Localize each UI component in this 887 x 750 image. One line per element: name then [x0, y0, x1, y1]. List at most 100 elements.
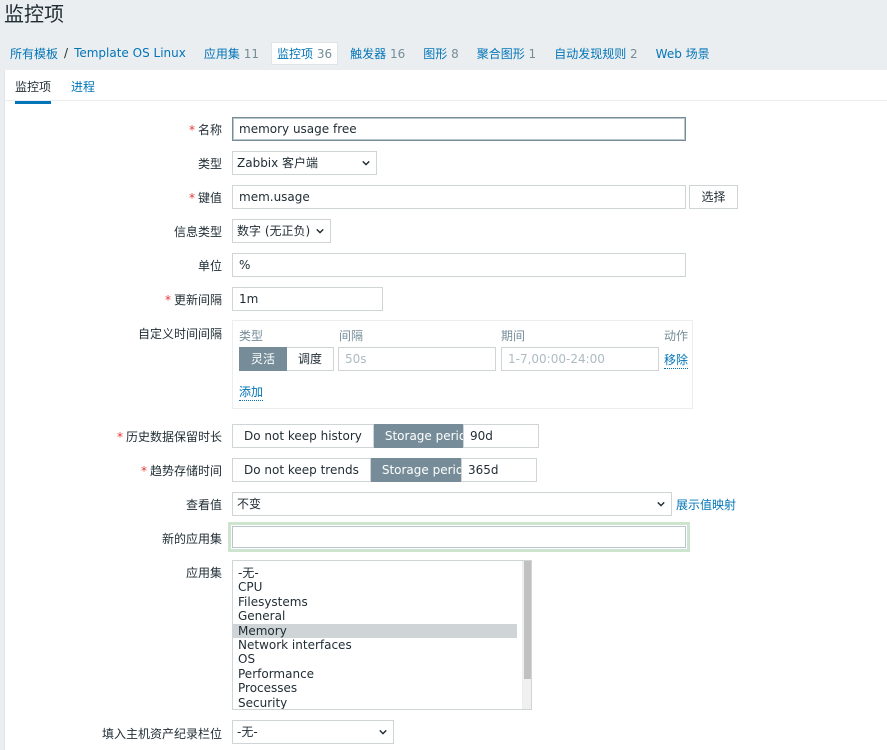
breadcrumb-graphs-label: 图形 [423, 46, 448, 61]
key-select-button[interactable]: 选择 [689, 185, 738, 209]
required-mark: * [116, 430, 123, 444]
units-label: 单位 [197, 259, 222, 273]
custom-interval-flexible-option[interactable]: 灵活 [239, 347, 288, 371]
required-mark: * [164, 293, 171, 307]
history-label-text: 历史数据保留时长 [125, 430, 222, 444]
info-type-select[interactable]: 数字 (无正负) [232, 219, 331, 243]
application-option[interactable]: General [233, 609, 517, 623]
history-period-input[interactable]: 90d [463, 424, 539, 448]
breadcrumb-separator: / [64, 46, 69, 60]
value-map-select[interactable]: 不变 [232, 492, 672, 516]
required-mark: * [188, 123, 195, 137]
interval-label-text: 更新间隔 [173, 293, 222, 307]
breadcrumb-applications-label: 应用集 [203, 46, 240, 61]
history-do-not-keep-option[interactable]: Do not keep history [232, 424, 374, 448]
name-input[interactable]: memory usage free [232, 117, 686, 141]
inventory-select[interactable]: -无- [232, 720, 394, 744]
trends-do-not-keep-option[interactable]: Do not keep trends [232, 458, 371, 482]
applications-listbox[interactable]: -无- CPU Filesystems General Memory Netwo… [232, 560, 532, 710]
value-map-label: 查看值 [185, 498, 222, 512]
application-option[interactable]: Performance [233, 667, 517, 681]
application-option[interactable]: Filesystems [233, 595, 517, 609]
application-option[interactable]: Processes [233, 681, 517, 695]
interval-input[interactable]: 1m [232, 287, 383, 311]
custom-intervals-label: 自定义时间间隔 [137, 327, 222, 341]
custom-intervals-header-period: 期间 [501, 329, 526, 343]
breadcrumb-all-templates[interactable]: 所有模板 [10, 45, 58, 62]
trends-label: * 趋势存储时间 [141, 462, 222, 479]
value-map-select-value: 不变 [237, 497, 262, 511]
breadcrumb-screens-count: 1 [528, 46, 537, 61]
custom-interval-type-toggle: 灵活 调度 [239, 347, 335, 371]
applications-label: 应用集 [185, 566, 222, 580]
breadcrumb-items[interactable]: 监控项 36 [270, 41, 339, 65]
key-input[interactable]: mem.usage [232, 185, 686, 209]
required-mark: * [188, 191, 195, 205]
tab-bar: 监控项 进程 [5, 70, 887, 104]
application-option[interactable]: -无- [233, 566, 517, 580]
application-option-selected[interactable]: Memory [233, 623, 517, 638]
key-label: * 键值 [189, 189, 222, 206]
item-form-panel: 监控项 进程 * 名称 memory usage free 类型 Zabbix 客… [4, 70, 887, 750]
breadcrumb-triggers-count: 16 [389, 46, 406, 61]
type-select[interactable]: Zabbix 客户端 [232, 151, 377, 175]
custom-intervals-table: 类型 间隔 期间 动作 灵活 调度 50s 1-7,00:00-24:00 移除… [232, 320, 693, 409]
required-mark: * [140, 464, 147, 478]
new-application-field [228, 522, 690, 552]
custom-interval-remove-link[interactable]: 移除 [664, 351, 689, 369]
type-label: 类型 [197, 157, 222, 171]
page-title: 监控项 [4, 2, 64, 26]
trends-mode-toggle: Do not keep trends Storage period [232, 458, 483, 482]
tab-item[interactable]: 监控项 [15, 78, 52, 104]
custom-interval-input[interactable]: 50s [338, 347, 496, 371]
interval-label: * 更新间隔 [165, 291, 222, 308]
application-option[interactable]: CPU [233, 580, 517, 594]
breadcrumb-graphs-count: 8 [451, 46, 459, 61]
breadcrumb-applications[interactable]: 应用集 11 [204, 45, 259, 62]
name-label: * 名称 [189, 121, 222, 138]
units-input[interactable]: % [232, 253, 686, 277]
breadcrumb-triggers-label: 触发器 [350, 46, 387, 61]
breadcrumb-screens[interactable]: 聚合图形 1 [477, 45, 536, 62]
history-mode-toggle: Do not keep history Storage period [232, 424, 486, 448]
applications-scrollbar[interactable] [522, 561, 531, 709]
custom-intervals-header-interval: 间隔 [339, 329, 364, 343]
breadcrumb-screens-label: 聚合图形 [476, 46, 525, 61]
custom-interval-add-link[interactable]: 添加 [239, 383, 264, 401]
custom-interval-period-input[interactable]: 1-7,00:00-24:00 [501, 347, 659, 371]
info-type-label: 信息类型 [173, 225, 222, 239]
custom-intervals-header-action: 动作 [664, 329, 689, 343]
inventory-label: 填入主机资产纪录栏位 [101, 727, 222, 741]
show-value-mappings-link[interactable]: 展示值映射 [676, 496, 736, 513]
new-application-input[interactable] [232, 526, 686, 548]
tab-process[interactable]: 进程 [71, 78, 95, 95]
chevron-down-icon [316, 228, 324, 234]
info-type-select-value: 数字 (无正负) [237, 224, 311, 238]
application-option[interactable]: OS [233, 652, 517, 666]
breadcrumb-graphs[interactable]: 图形 8 [423, 45, 458, 62]
breadcrumb-discovery-rules[interactable]: 自动发现规则 2 [554, 45, 637, 62]
breadcrumb-applications-count: 11 [243, 46, 259, 61]
name-label-text: 名称 [197, 123, 222, 137]
application-option[interactable]: Network interfaces [233, 638, 517, 652]
breadcrumb-discovery-rules-count: 2 [630, 46, 638, 61]
breadcrumb: 所有模板 / Template OS Linux 应用集 11 监控项 36 触… [0, 41, 710, 65]
breadcrumb-discovery-rules-label: 自动发现规则 [554, 46, 627, 61]
breadcrumb-template[interactable]: Template OS Linux [74, 46, 186, 60]
new-application-label: 新的应用集 [161, 532, 222, 546]
chevron-down-icon [657, 501, 665, 507]
applications-scrollbar-thumb[interactable] [524, 561, 531, 679]
custom-interval-scheduling-option[interactable]: 调度 [287, 347, 335, 371]
type-select-value: Zabbix 客户端 [237, 156, 319, 170]
application-option[interactable]: Security [233, 696, 517, 709]
trends-period-input[interactable]: 365d [461, 458, 537, 482]
key-label-text: 键值 [197, 191, 222, 205]
breadcrumb-items-count: 36 [316, 46, 333, 61]
chevron-down-icon [362, 160, 370, 166]
custom-intervals-header-type: 类型 [239, 329, 264, 343]
trends-label-text: 趋势存储时间 [149, 464, 222, 478]
breadcrumb-web-scenarios[interactable]: Web 场景 [656, 45, 710, 62]
history-label: * 历史数据保留时长 [117, 428, 222, 445]
breadcrumb-triggers[interactable]: 触发器 16 [350, 45, 405, 62]
breadcrumb-items-label: 监控项 [276, 46, 313, 61]
